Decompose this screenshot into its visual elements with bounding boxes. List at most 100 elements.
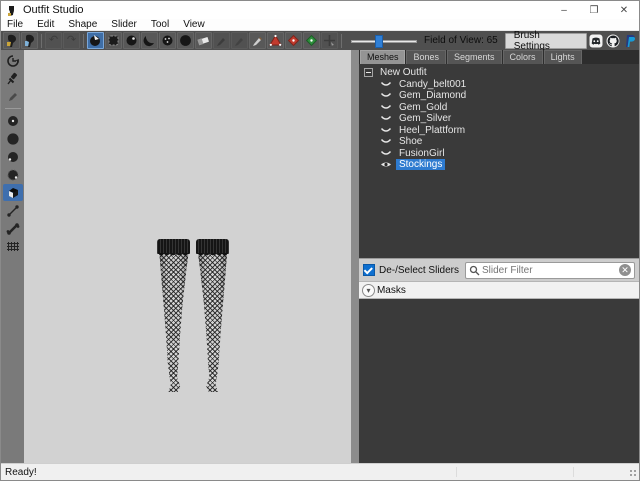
- tree-item-label[interactable]: Shoe: [396, 136, 425, 147]
- menu-shape[interactable]: Shape: [68, 19, 97, 30]
- transform-toggle-icon[interactable]: [321, 32, 338, 49]
- right-panel: Meshes Bones Segments Colors Lights New …: [359, 50, 639, 463]
- menu-slider[interactable]: Slider: [111, 19, 137, 30]
- smooth-brush-icon[interactable]: [159, 32, 176, 49]
- paypal-icon[interactable]: [622, 33, 637, 48]
- tree-root[interactable]: New Outfit: [364, 67, 639, 79]
- tree-item-label[interactable]: Heel_Plattform: [396, 125, 468, 136]
- github-icon[interactable]: [605, 33, 620, 48]
- status-text: Ready!: [1, 467, 37, 478]
- menu-file[interactable]: File: [7, 19, 23, 30]
- deselect-sliders-checkbox[interactable]: [363, 264, 375, 276]
- tab-bones[interactable]: Bones: [406, 50, 446, 64]
- tree-item[interactable]: Gem_Gold: [364, 102, 639, 114]
- deflate-brush-icon[interactable]: [141, 32, 158, 49]
- brush-dot-right-icon[interactable]: [3, 166, 23, 183]
- x-mirror-toggle-icon[interactable]: [285, 32, 302, 49]
- cube-view-icon[interactable]: [3, 184, 23, 201]
- slider-controls-bar: De-/Select Sliders ✕: [359, 258, 639, 281]
- slider-filter-box[interactable]: ✕: [465, 262, 635, 279]
- tree-item[interactable]: Heel_Plattform: [364, 125, 639, 137]
- tab-meshes[interactable]: Meshes: [360, 50, 406, 64]
- field-of-view-slider[interactable]: [351, 34, 417, 48]
- status-separator: [573, 467, 574, 477]
- tree-item-label[interactable]: FusionGirl: [396, 148, 448, 159]
- stocking-fishnet: [197, 253, 228, 392]
- rotate-view-icon[interactable]: [3, 52, 23, 69]
- slider-thumb[interactable]: [375, 35, 383, 48]
- stocking-right: [197, 239, 228, 392]
- move-brush-icon[interactable]: [177, 32, 194, 49]
- load-reference-icon[interactable]: [21, 32, 38, 49]
- tree-item-label[interactable]: Gem_Silver: [396, 113, 454, 124]
- connected-only-toggle-icon[interactable]: [303, 32, 320, 49]
- eye-closed-icon[interactable]: [380, 114, 393, 124]
- masks-pane-header[interactable]: ▾ Masks: [359, 281, 639, 299]
- slider-list-area: [359, 299, 639, 463]
- brush-dot-icon[interactable]: [3, 112, 23, 129]
- eye-closed-icon[interactable]: [380, 91, 393, 101]
- vertex-edit-icon[interactable]: [3, 202, 23, 219]
- panel-splitter[interactable]: [351, 50, 359, 463]
- tab-lights[interactable]: Lights: [544, 50, 582, 64]
- app-icon: [6, 4, 18, 16]
- tree-item-label[interactable]: Gem_Diamond: [396, 90, 469, 101]
- resize-grip-icon[interactable]: [629, 469, 637, 477]
- weight-brush-icon[interactable]: [213, 32, 230, 49]
- color-brush-icon[interactable]: [231, 32, 248, 49]
- slider-filter-input[interactable]: [480, 264, 616, 277]
- tab-segments[interactable]: Segments: [447, 50, 502, 64]
- vertex-edit-toggle-icon[interactable]: [267, 32, 284, 49]
- chevron-down-icon[interactable]: ▾: [362, 284, 375, 297]
- discord-icon[interactable]: [588, 33, 603, 48]
- menu-view[interactable]: View: [183, 19, 205, 30]
- eye-closed-icon[interactable]: [380, 79, 393, 89]
- eraser-brush-icon[interactable]: [195, 32, 212, 49]
- menu-edit[interactable]: Edit: [37, 19, 54, 30]
- select-brush-icon[interactable]: [87, 32, 104, 49]
- tree-item[interactable]: Candy_belt001: [364, 79, 639, 91]
- tree-item-label[interactable]: Gem_Gold: [396, 102, 450, 113]
- undo-icon[interactable]: ↶: [45, 32, 62, 49]
- search-icon: [469, 265, 480, 276]
- eye-open-icon[interactable]: [380, 160, 393, 170]
- brush-solid-icon[interactable]: [3, 130, 23, 147]
- tab-colors[interactable]: Colors: [503, 50, 543, 64]
- clear-filter-icon[interactable]: ✕: [619, 264, 631, 276]
- eye-closed-icon[interactable]: [380, 148, 393, 158]
- minimize-button[interactable]: –: [549, 1, 579, 19]
- load-project-icon[interactable]: [3, 32, 20, 49]
- window-controls: – ❐ ✕: [549, 1, 639, 19]
- collapse-icon[interactable]: [364, 68, 373, 77]
- tree-item-label[interactable]: Candy_belt001: [396, 79, 469, 90]
- tree-item[interactable]: Gem_Diamond: [364, 90, 639, 102]
- inflate-brush-icon[interactable]: [123, 32, 140, 49]
- stocking-lace-band: [196, 239, 229, 254]
- pencil-icon[interactable]: [3, 88, 23, 105]
- tree-item[interactable]: FusionGirl: [364, 148, 639, 160]
- grid-wireframe-icon[interactable]: [3, 238, 23, 255]
- redo-icon[interactable]: ↷: [63, 32, 80, 49]
- window-title: Outfit Studio: [23, 4, 84, 16]
- tree-root-label[interactable]: New Outfit: [377, 67, 430, 78]
- brush-settings-button[interactable]: Brush Settings: [505, 33, 587, 49]
- tree-item[interactable]: Gem_Silver: [364, 113, 639, 125]
- eye-closed-icon[interactable]: [380, 102, 393, 112]
- tree-item-selected[interactable]: Stockings: [364, 159, 639, 171]
- stocking-left: [158, 239, 189, 392]
- tree-item-label[interactable]: Stockings: [396, 159, 445, 170]
- brush-dot-left-icon[interactable]: [3, 148, 23, 165]
- alpha-brush-icon[interactable]: [249, 32, 266, 49]
- toolbar-web-links: [588, 33, 637, 48]
- viewport-3d[interactable]: [24, 50, 351, 463]
- close-button[interactable]: ✕: [609, 1, 639, 19]
- tree-item[interactable]: Shoe: [364, 136, 639, 148]
- mask-brush-icon[interactable]: [105, 32, 122, 49]
- eye-closed-icon[interactable]: [380, 125, 393, 135]
- maximize-button[interactable]: ❐: [579, 1, 609, 19]
- menu-tool[interactable]: Tool: [151, 19, 169, 30]
- bone-edit-icon[interactable]: [3, 220, 23, 237]
- eye-closed-icon[interactable]: [380, 137, 393, 147]
- pin-icon[interactable]: [3, 70, 23, 87]
- deselect-sliders-label[interactable]: De-/Select Sliders: [379, 265, 459, 276]
